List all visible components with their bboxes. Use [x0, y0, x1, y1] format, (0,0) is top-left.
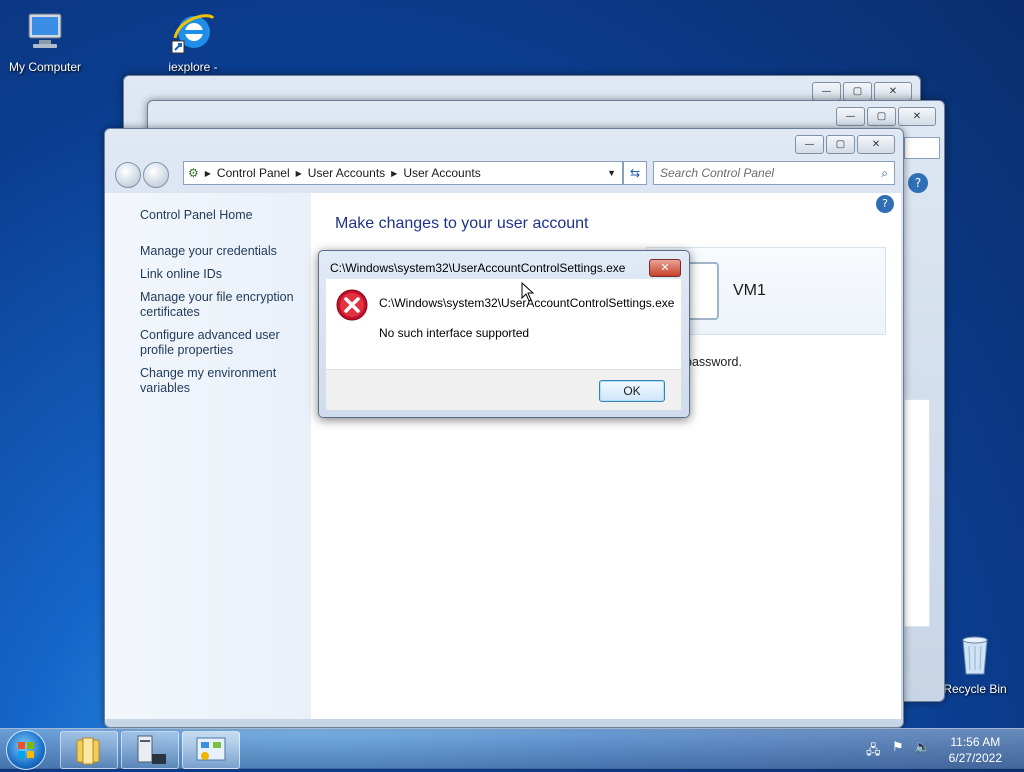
configure-profile-properties-link[interactable]: Configure advanced user profile properti… [140, 328, 290, 358]
page-title: Make changes to your user account [335, 215, 589, 232]
window-controls: — ▢ ✕ [795, 135, 895, 154]
ok-button[interactable]: OK [599, 380, 665, 402]
desktop-icon-label: iexplore - [168, 60, 218, 74]
left-task-pane: Control Panel Home Manage your credentia… [105, 193, 311, 719]
minimize-icon[interactable]: — [812, 82, 841, 101]
close-icon[interactable]: ✕ [857, 135, 895, 154]
forward-button[interactable] [143, 162, 169, 188]
close-icon[interactable]: ✕ [874, 82, 912, 101]
search-fragment [904, 137, 940, 159]
desktop-icon-label: My Computer [8, 60, 82, 74]
back-button[interactable] [115, 162, 141, 188]
control-panel-icon: ⚙ [188, 166, 199, 180]
chevron-right-icon: ▶ [204, 168, 211, 178]
volume-icon[interactable]: 🔈 [914, 740, 930, 755]
partial-link-text[interactable]: password. [685, 355, 742, 369]
clock-time: 11:56 AM [950, 735, 1001, 749]
taskbar-control-panel-button[interactable] [182, 731, 240, 769]
help-icon[interactable]: ? [908, 173, 928, 193]
dialog-title: C:\Windows\system32\UserAccountControlSe… [330, 261, 626, 275]
breadcrumb-user-accounts-current[interactable]: User Accounts [399, 166, 484, 180]
error-dialog[interactable]: C:\Windows\system32\UserAccountControlSe… [318, 250, 690, 418]
error-icon [336, 289, 368, 321]
manage-credentials-link[interactable]: Manage your credentials [140, 244, 300, 259]
error-message: No such interface supported [379, 326, 530, 340]
taskbar: 🖧 ⚑ 🔈 11:56 AM 6/27/2022 [0, 728, 1024, 770]
server-icon [137, 735, 166, 764]
search-placeholder: Search Control Panel [660, 166, 775, 180]
content-fragment [904, 399, 930, 627]
change-environment-variables-link[interactable]: Change my environment variables [140, 366, 290, 396]
folder-icon [76, 737, 100, 765]
dialog-footer: OK [326, 369, 681, 410]
minimize-icon[interactable]: — [836, 107, 865, 126]
maximize-icon[interactable]: ▢ [867, 107, 896, 126]
manage-file-encryption-link[interactable]: Manage your file encryption certificates [140, 290, 300, 320]
recycle-bin-icon [951, 630, 999, 678]
taskbar-explorer-button[interactable] [60, 731, 118, 769]
window-controls: — ▢ ✕ [836, 107, 936, 126]
computer-icon [21, 8, 69, 56]
window-controls: — ▢ ✕ [812, 82, 912, 101]
maximize-icon[interactable]: ▢ [843, 82, 872, 101]
minimize-icon[interactable]: — [795, 135, 824, 154]
link-online-ids-link[interactable]: Link online IDs [140, 267, 300, 282]
close-icon[interactable]: ✕ [649, 259, 681, 277]
search-input[interactable]: Search Control Panel ⌕ [653, 161, 895, 185]
search-icon[interactable]: ⌕ [881, 166, 894, 181]
control-panel-icon [196, 737, 226, 761]
chevron-right-icon: ▶ [295, 168, 302, 178]
chevron-right-icon: ▶ [391, 168, 398, 178]
address-bar[interactable]: ⚙ ▶ Control Panel ▶ User Accounts ▶ User… [183, 161, 623, 185]
network-icon[interactable]: 🖧 [866, 741, 881, 763]
start-button[interactable] [6, 730, 46, 770]
user-accounts-window[interactable]: — ▢ ✕ ⚙ ▶ Control Panel ▶ User Accounts … [104, 128, 904, 728]
clock-date: 6/27/2022 [948, 751, 1002, 765]
system-clock[interactable]: 11:56 AM 6/27/2022 [949, 734, 1002, 766]
mouse-cursor-icon [521, 282, 535, 302]
refresh-icon[interactable]: ⇆ [623, 161, 647, 185]
dropdown-arrow-icon[interactable]: ▼ [601, 168, 622, 178]
desktop-icon-my-computer[interactable]: My Computer [0, 8, 90, 74]
action-center-flag-icon[interactable]: ⚑ [892, 740, 904, 755]
windows-logo-icon [18, 742, 34, 758]
close-icon[interactable]: ✕ [898, 107, 936, 126]
desktop-icon-iexplore[interactable]: iexplore - [148, 8, 238, 74]
breadcrumb-control-panel[interactable]: Control Panel [213, 166, 294, 180]
dialog-body: C:\Windows\system32\UserAccountControlSe… [326, 279, 681, 369]
account-name: VM1 [733, 282, 766, 299]
control-panel-home-link[interactable]: Control Panel Home [140, 208, 253, 223]
maximize-icon[interactable]: ▢ [826, 135, 855, 154]
help-icon[interactable]: ? [876, 195, 894, 213]
breadcrumb-user-accounts[interactable]: User Accounts [304, 166, 389, 180]
internet-explorer-icon [169, 8, 217, 56]
taskbar-server-button[interactable] [121, 731, 179, 769]
